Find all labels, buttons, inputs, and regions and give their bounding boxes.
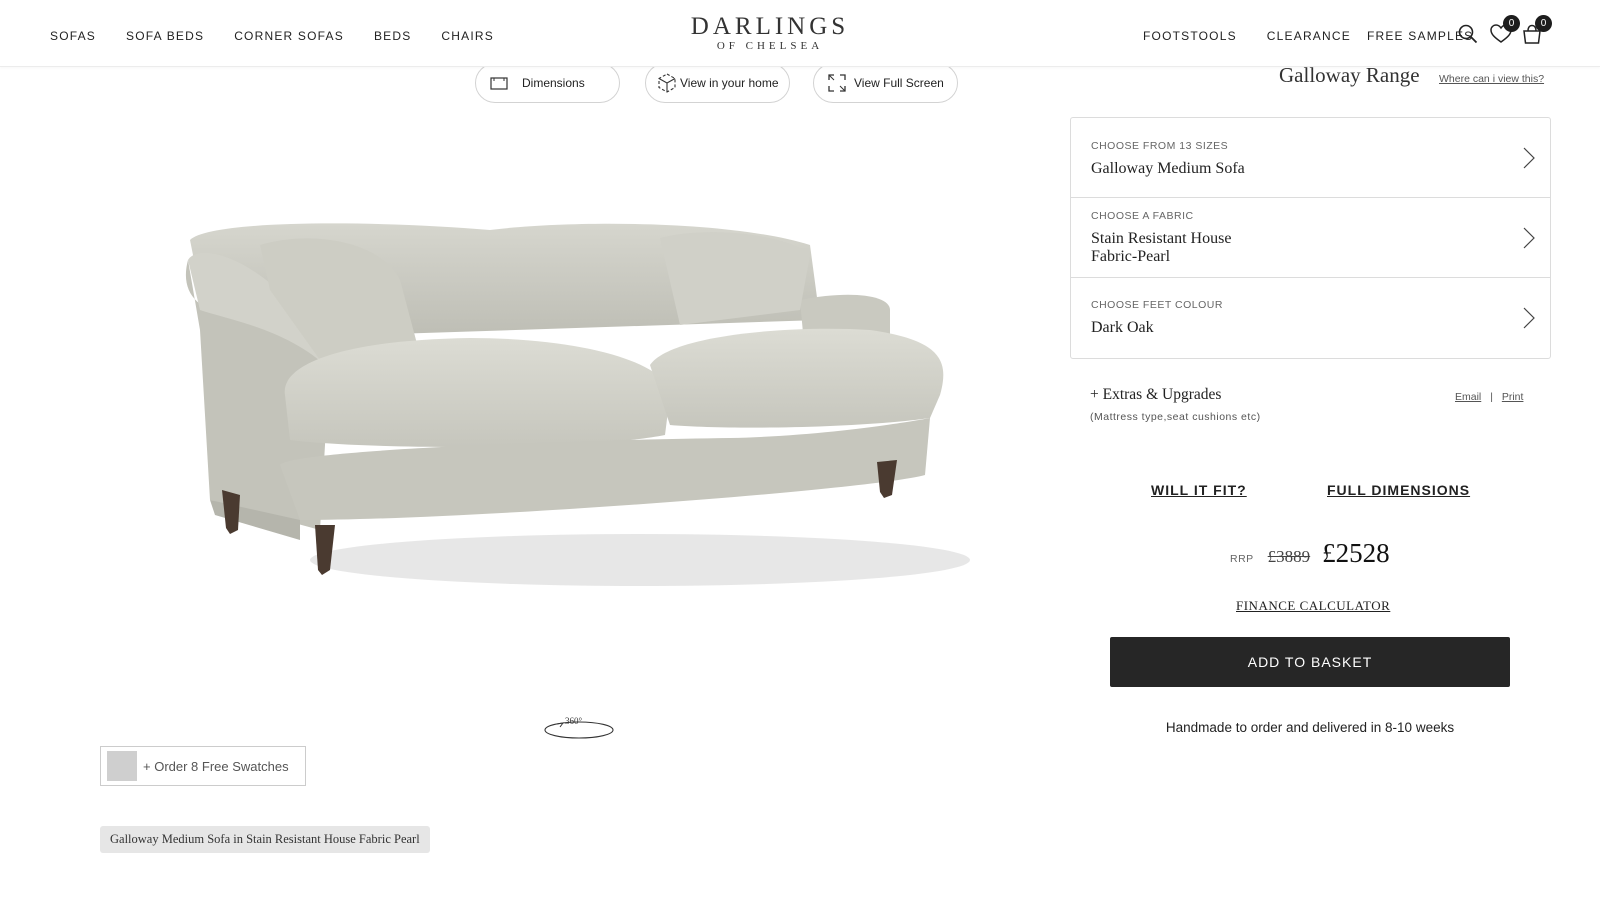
- logo-sub-text: OF CHELSEA: [716, 40, 824, 52]
- basket-icon[interactable]: 0: [1522, 15, 1552, 46]
- feet-colour-option[interactable]: CHOOSE FEET COLOUR Dark Oak: [1071, 278, 1550, 358]
- product-caption: Galloway Medium Sofa in Stain Resistant …: [100, 826, 430, 853]
- view-in-home-label: View in your home: [680, 76, 779, 90]
- main-nav-right: FOOTSTOOLS CLEARANCE FREE SAMPLES: [1143, 0, 1489, 72]
- order-swatches-label: + Order 8 Free Swatches: [143, 758, 289, 774]
- rotate-360-icon[interactable]: 360°: [543, 714, 615, 742]
- expand-icon: [828, 74, 846, 92]
- wishlist-heart-icon[interactable]: 0: [1490, 15, 1520, 46]
- delivery-info: Handmade to order and delivered in 8-10 …: [1165, 720, 1455, 735]
- extras-upgrades-subtitle: (Mattress type,seat cushions etc): [1090, 411, 1261, 423]
- ruler-icon: [490, 77, 508, 90]
- size-option-value: Galloway Medium Sofa: [1091, 160, 1245, 177]
- chevron-right-icon: [1523, 147, 1535, 168]
- rrp-label: RRP: [1230, 553, 1254, 565]
- where-can-i-view-link[interactable]: Where can i view this?: [1439, 73, 1544, 85]
- nav-corner-sofas[interactable]: CORNER SOFAS: [234, 29, 344, 43]
- full-screen-button[interactable]: View Full Screen: [813, 63, 958, 103]
- nav-beds[interactable]: BEDS: [374, 29, 411, 43]
- nav-sofa-beds[interactable]: SOFA BEDS: [126, 29, 204, 43]
- fabric-option-label: CHOOSE A FABRIC: [1091, 210, 1194, 222]
- rotate-360-label: 360°: [565, 716, 583, 726]
- main-nav-left: SOFAS SOFA BEDS CORNER SOFAS BEDS CHAIRS: [50, 0, 524, 72]
- feet-colour-label: CHOOSE FEET COLOUR: [1091, 299, 1223, 311]
- fabric-option-value-line1: Stain Resistant House: [1091, 230, 1232, 247]
- full-screen-label: View Full Screen: [854, 76, 944, 90]
- header-icons: 0 0: [1458, 15, 1554, 46]
- view-in-home-button[interactable]: View in your home: [645, 63, 790, 103]
- fabric-option-value-line2: Fabric-Pearl: [1091, 248, 1171, 265]
- feet-colour-value: Dark Oak: [1091, 319, 1154, 336]
- finance-calculator-link[interactable]: FINANCE CALCULATOR: [1236, 598, 1390, 614]
- swatch-preview: [107, 751, 137, 781]
- dimensions-label: Dimensions: [522, 76, 585, 90]
- ar-cube-icon: [658, 73, 676, 93]
- chevron-right-icon: [1523, 227, 1535, 248]
- price-row: RRP £3889 £2528: [1230, 538, 1390, 569]
- product-image-sofa[interactable]: [170, 200, 970, 600]
- full-dimensions-link[interactable]: FULL DIMENSIONS: [1327, 482, 1470, 498]
- will-it-fit-link[interactable]: WILL IT FIT?: [1151, 482, 1247, 498]
- nav-sofas[interactable]: SOFAS: [50, 29, 96, 43]
- product-options: CHOOSE FROM 13 SIZES Galloway Medium Sof…: [1070, 117, 1551, 359]
- extras-upgrades-toggle[interactable]: + Extras & Upgrades: [1090, 386, 1221, 404]
- current-price: £2528: [1322, 538, 1390, 568]
- wishlist-count-badge: 0: [1503, 15, 1520, 32]
- nav-clearance[interactable]: CLEARANCE: [1267, 29, 1351, 43]
- size-option-label: CHOOSE FROM 13 SIZES: [1091, 140, 1229, 152]
- nav-chairs[interactable]: CHAIRS: [441, 29, 494, 43]
- old-price: £3889: [1267, 547, 1311, 566]
- separator: |: [1490, 391, 1493, 403]
- fabric-option[interactable]: CHOOSE A FABRIC Stain Resistant House Fa…: [1071, 198, 1550, 278]
- logo-main-text: DARLINGS: [690, 13, 850, 40]
- chevron-right-icon: [1523, 307, 1535, 329]
- print-link[interactable]: Print: [1502, 391, 1524, 403]
- site-header: SOFAS SOFA BEDS CORNER SOFAS BEDS CHAIRS…: [0, 0, 1600, 67]
- email-print-links: Email | Print: [1455, 391, 1523, 403]
- basket-count-badge: 0: [1535, 15, 1552, 32]
- site-logo[interactable]: DARLINGS OF CHELSEA: [670, 13, 870, 53]
- email-link[interactable]: Email: [1455, 391, 1481, 403]
- search-icon[interactable]: [1458, 24, 1480, 46]
- add-to-basket-button[interactable]: ADD TO BASKET: [1110, 637, 1510, 687]
- order-swatches-button[interactable]: + Order 8 Free Swatches: [100, 746, 306, 786]
- size-option[interactable]: CHOOSE FROM 13 SIZES Galloway Medium Sof…: [1071, 118, 1550, 198]
- nav-footstools[interactable]: FOOTSTOOLS: [1143, 29, 1237, 43]
